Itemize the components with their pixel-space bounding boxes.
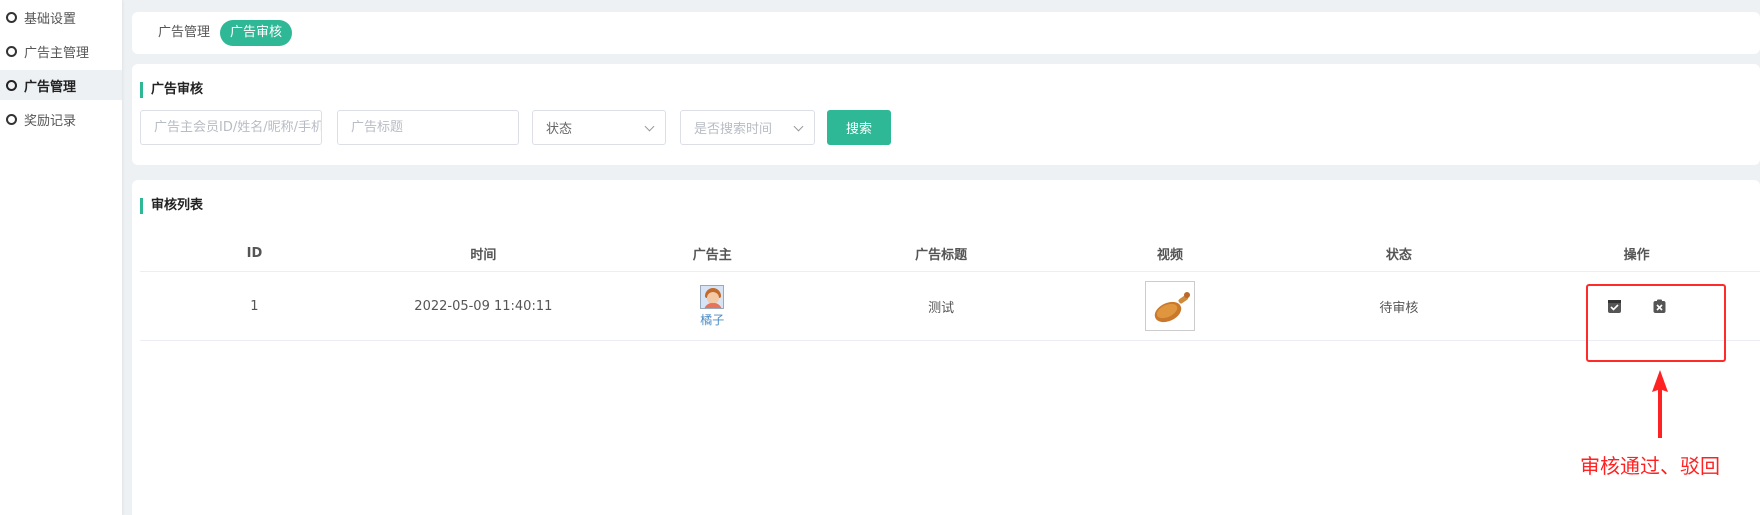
circle-icon xyxy=(6,79,17,91)
keyword-search-input[interactable] xyxy=(154,120,321,135)
keyword-input-wrapper xyxy=(140,110,322,145)
search-panel: 广告审核 状态 是否搜索时间 搜索 xyxy=(132,64,1760,165)
time-filter-select[interactable]: 是否搜索时间 xyxy=(680,110,815,145)
search-button[interactable]: 搜索 xyxy=(827,110,891,145)
circle-icon xyxy=(6,11,17,23)
tab-ad-review[interactable]: 广告审核 xyxy=(220,20,293,46)
chevron-down-icon xyxy=(793,121,804,132)
sidebar-item-label: 基础设置 xyxy=(24,11,77,27)
column-header-id: ID xyxy=(246,246,263,261)
sidebar-item-label: 奖励记录 xyxy=(24,113,77,129)
advertiser-name[interactable]: 橘子 xyxy=(700,311,724,328)
time-filter-value: 是否搜索时间 xyxy=(694,122,773,137)
chevron-down-icon xyxy=(644,121,655,132)
cell-time: 2022-05-09 11:40:11 xyxy=(414,298,553,314)
ad-title-input[interactable] xyxy=(351,120,518,135)
avatar[interactable] xyxy=(700,284,725,309)
sidebar-item-label: 广告管理 xyxy=(24,79,77,95)
tab-ad-management[interactable]: 广告管理 xyxy=(158,20,210,46)
table-header: ID 时间 广告主 广告标题 视频 状态 操作 xyxy=(140,236,1760,272)
fried-chicken-icon xyxy=(1154,292,1190,323)
cell-ad-title: 测试 xyxy=(928,300,955,316)
status-select[interactable]: 状态 xyxy=(532,110,666,145)
annotation-note: 审核通过、驳回 xyxy=(1580,454,1720,478)
column-header-time: 时间 xyxy=(470,248,497,263)
tab-bar: 广告管理 广告审核 xyxy=(132,12,1760,54)
column-header-ad-title: 广告标题 xyxy=(915,248,968,263)
annotation-arrow-icon xyxy=(1652,370,1668,438)
video-thumbnail[interactable] xyxy=(1145,281,1195,331)
ad-title-input-wrapper xyxy=(337,110,519,145)
sidebar-item-ad-management[interactable]: 广告管理 xyxy=(0,70,122,100)
cell-video xyxy=(1056,281,1285,331)
cell-status: 待审核 xyxy=(1379,300,1419,316)
circle-icon xyxy=(6,45,17,57)
table-row: 1 2022-05-09 11:40:11 橘子 测试 待审核 xyxy=(140,272,1760,341)
review-list-panel: 审核列表 ID 时间 广告主 广告标题 视频 状态 操作 1 2022-05-0… xyxy=(132,180,1760,515)
sidebar-item-basic-settings[interactable]: 基础设置 xyxy=(0,2,122,32)
sidebar: 基础设置 广告主管理 广告管理 奖励记录 xyxy=(0,0,122,515)
sidebar-item-advertiser-management[interactable]: 广告主管理 xyxy=(0,36,122,66)
sidebar-item-reward-records[interactable]: 奖励记录 xyxy=(0,104,122,134)
section-title: 广告审核 xyxy=(140,82,203,98)
review-table: ID 时间 广告主 广告标题 视频 状态 操作 1 2022-05-09 11:… xyxy=(140,236,1760,341)
status-select-value: 状态 xyxy=(546,122,573,137)
circle-icon xyxy=(6,113,17,125)
annotation-highlight-box xyxy=(1586,284,1726,362)
column-header-advertiser: 广告主 xyxy=(692,248,732,263)
section-title: 审核列表 xyxy=(140,198,203,214)
cell-id: 1 xyxy=(250,298,259,314)
column-header-video: 视频 xyxy=(1157,248,1184,263)
column-header-actions: 操作 xyxy=(1623,248,1650,263)
cell-advertiser: 橘子 xyxy=(598,284,827,328)
column-header-status: 状态 xyxy=(1385,248,1412,263)
sidebar-item-label: 广告主管理 xyxy=(24,45,90,61)
